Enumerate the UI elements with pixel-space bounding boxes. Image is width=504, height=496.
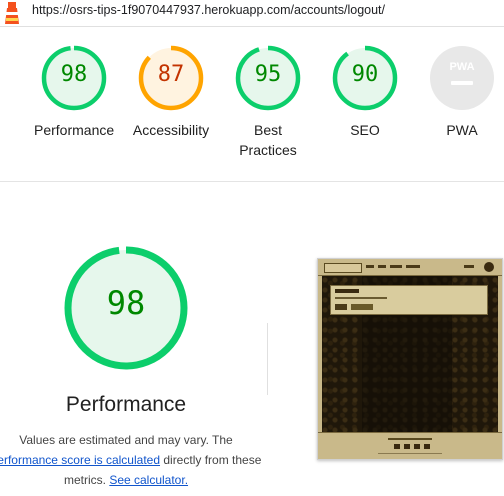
thumbnail-logout-card — [330, 285, 488, 315]
gauge-label-line2: Practices — [239, 142, 297, 158]
gauge-score: 95 — [254, 62, 282, 87]
gauge-score: 90 — [351, 62, 379, 87]
note-line3-prefix: metrics. — [63, 473, 110, 487]
score-calculated-link[interactable]: performance score is calculated — [0, 453, 160, 467]
gauge-pwa[interactable]: PWA PWA — [422, 44, 502, 140]
gauge-label: Performance — [34, 122, 115, 138]
pwa-badge-icon: PWA — [430, 46, 494, 110]
gauge-label-line1: Best — [253, 122, 282, 138]
thumbnail-navbar — [318, 259, 502, 276]
gauge-label: PWA — [446, 122, 478, 138]
note-line2-suffix: directly from these — [160, 453, 262, 467]
performance-large-score: 98 — [106, 284, 146, 322]
gauge-label: SEO — [350, 122, 380, 138]
gauge-label: Best Practices — [228, 120, 308, 160]
gauge-score: 98 — [60, 62, 88, 87]
section-divider — [0, 181, 504, 182]
thumbnail-footer — [318, 432, 502, 459]
see-calculator-link[interactable]: See calculator. — [109, 473, 188, 487]
gauge-best-practices[interactable]: 95 Best Practices — [228, 44, 308, 160]
gauge-score: 87 — [157, 62, 185, 87]
address-bar[interactable]: https://osrs-tips-1f9070447937.herokuapp… — [0, 0, 504, 27]
gauge-label: Accessibility — [132, 122, 210, 138]
gauge-seo[interactable]: 90 SEO — [325, 44, 405, 140]
performance-note: Values are estimated and may vary. The p… — [0, 430, 272, 490]
final-screenshot-thumbnail[interactable] — [317, 258, 503, 460]
pwa-badge-text: PWA — [449, 61, 474, 73]
url-text[interactable]: https://osrs-tips-1f9070447937.herokuapp… — [32, 3, 385, 17]
gauge-performance[interactable]: 98 Performance — [34, 44, 114, 140]
note-line1: Values are estimated and may vary. The — [19, 433, 233, 447]
gauge-accessibility[interactable]: 87 Accessibility — [131, 44, 211, 140]
performance-title: Performance — [65, 393, 187, 416]
vertical-divider — [267, 323, 268, 395]
lighthouse-icon — [5, 2, 19, 24]
